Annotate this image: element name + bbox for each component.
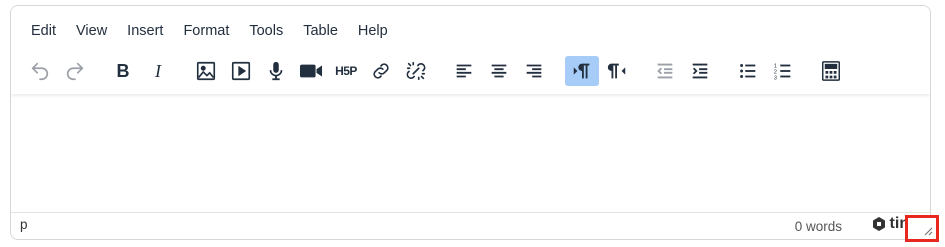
- media-play-icon: [231, 61, 251, 81]
- menu-format[interactable]: Format: [173, 18, 239, 44]
- image-icon: [196, 61, 216, 81]
- unlink-icon: [406, 61, 426, 81]
- align-right-button[interactable]: [517, 56, 551, 86]
- unlink-button[interactable]: [399, 56, 433, 86]
- indent-icon: [692, 63, 708, 79]
- bullet-list-icon: [740, 64, 756, 78]
- menu-help[interactable]: Help: [348, 18, 398, 44]
- link-button[interactable]: [364, 56, 398, 86]
- tiny-logo-icon: [872, 217, 885, 231]
- record-audio-button[interactable]: [259, 56, 293, 86]
- insert-media-button[interactable]: [224, 56, 258, 86]
- statusbar: p 0 words tiny: [11, 212, 930, 239]
- calculator-icon: [822, 61, 840, 81]
- align-left-button[interactable]: [447, 56, 481, 86]
- calculator-button[interactable]: [814, 56, 848, 86]
- menubar: Edit View Insert Format Tools Table Help: [21, 18, 398, 44]
- word-count[interactable]: 0 words: [795, 219, 842, 234]
- toolbar: B I H5P 1 2 3: [11, 56, 930, 90]
- resize-handle[interactable]: [905, 215, 939, 242]
- editor-content-area[interactable]: [11, 94, 930, 214]
- link-icon: [373, 63, 389, 79]
- menu-insert[interactable]: Insert: [117, 18, 173, 44]
- bold-button[interactable]: B: [106, 56, 140, 86]
- align-center-icon: [491, 64, 507, 78]
- svg-text:3: 3: [774, 75, 777, 81]
- align-center-button[interactable]: [482, 56, 516, 86]
- menu-edit[interactable]: Edit: [21, 18, 66, 44]
- rtl-button[interactable]: [600, 56, 634, 86]
- numbered-list-button[interactable]: 123: [766, 56, 800, 86]
- redo-button[interactable]: [58, 56, 92, 86]
- undo-icon: [31, 62, 49, 81]
- insert-image-button[interactable]: [189, 56, 223, 86]
- h5p-button[interactable]: H5P: [329, 56, 363, 86]
- rich-text-editor: Edit View Insert Format Tools Table Help…: [10, 5, 931, 240]
- rtl-icon: [607, 63, 626, 79]
- menu-tools[interactable]: Tools: [239, 18, 293, 44]
- h5p-icon: H5P: [335, 64, 357, 78]
- ltr-icon: [573, 63, 590, 79]
- video-camera-icon: [300, 64, 322, 78]
- ltr-button[interactable]: [565, 56, 599, 86]
- italic-button[interactable]: I: [141, 56, 175, 86]
- numbered-list-icon: 123: [774, 63, 791, 81]
- bold-icon: B: [116, 60, 130, 81]
- italic-icon: I: [155, 60, 161, 81]
- align-right-icon: [526, 64, 542, 78]
- indent-button[interactable]: [683, 56, 717, 86]
- editor-header: Edit View Insert Format Tools Table Help…: [11, 6, 930, 94]
- record-video-button[interactable]: [294, 56, 328, 86]
- menu-table[interactable]: Table: [293, 18, 348, 44]
- redo-icon: [66, 62, 84, 81]
- outdent-button[interactable]: [648, 56, 682, 86]
- undo-button[interactable]: [23, 56, 57, 86]
- outdent-icon: [657, 63, 673, 79]
- resize-grip-icon: [924, 227, 933, 236]
- microphone-icon: [269, 61, 283, 81]
- menu-view[interactable]: View: [66, 18, 117, 44]
- align-left-icon: [456, 64, 472, 78]
- bullet-list-button[interactable]: [731, 56, 765, 86]
- element-path[interactable]: p: [20, 217, 28, 232]
